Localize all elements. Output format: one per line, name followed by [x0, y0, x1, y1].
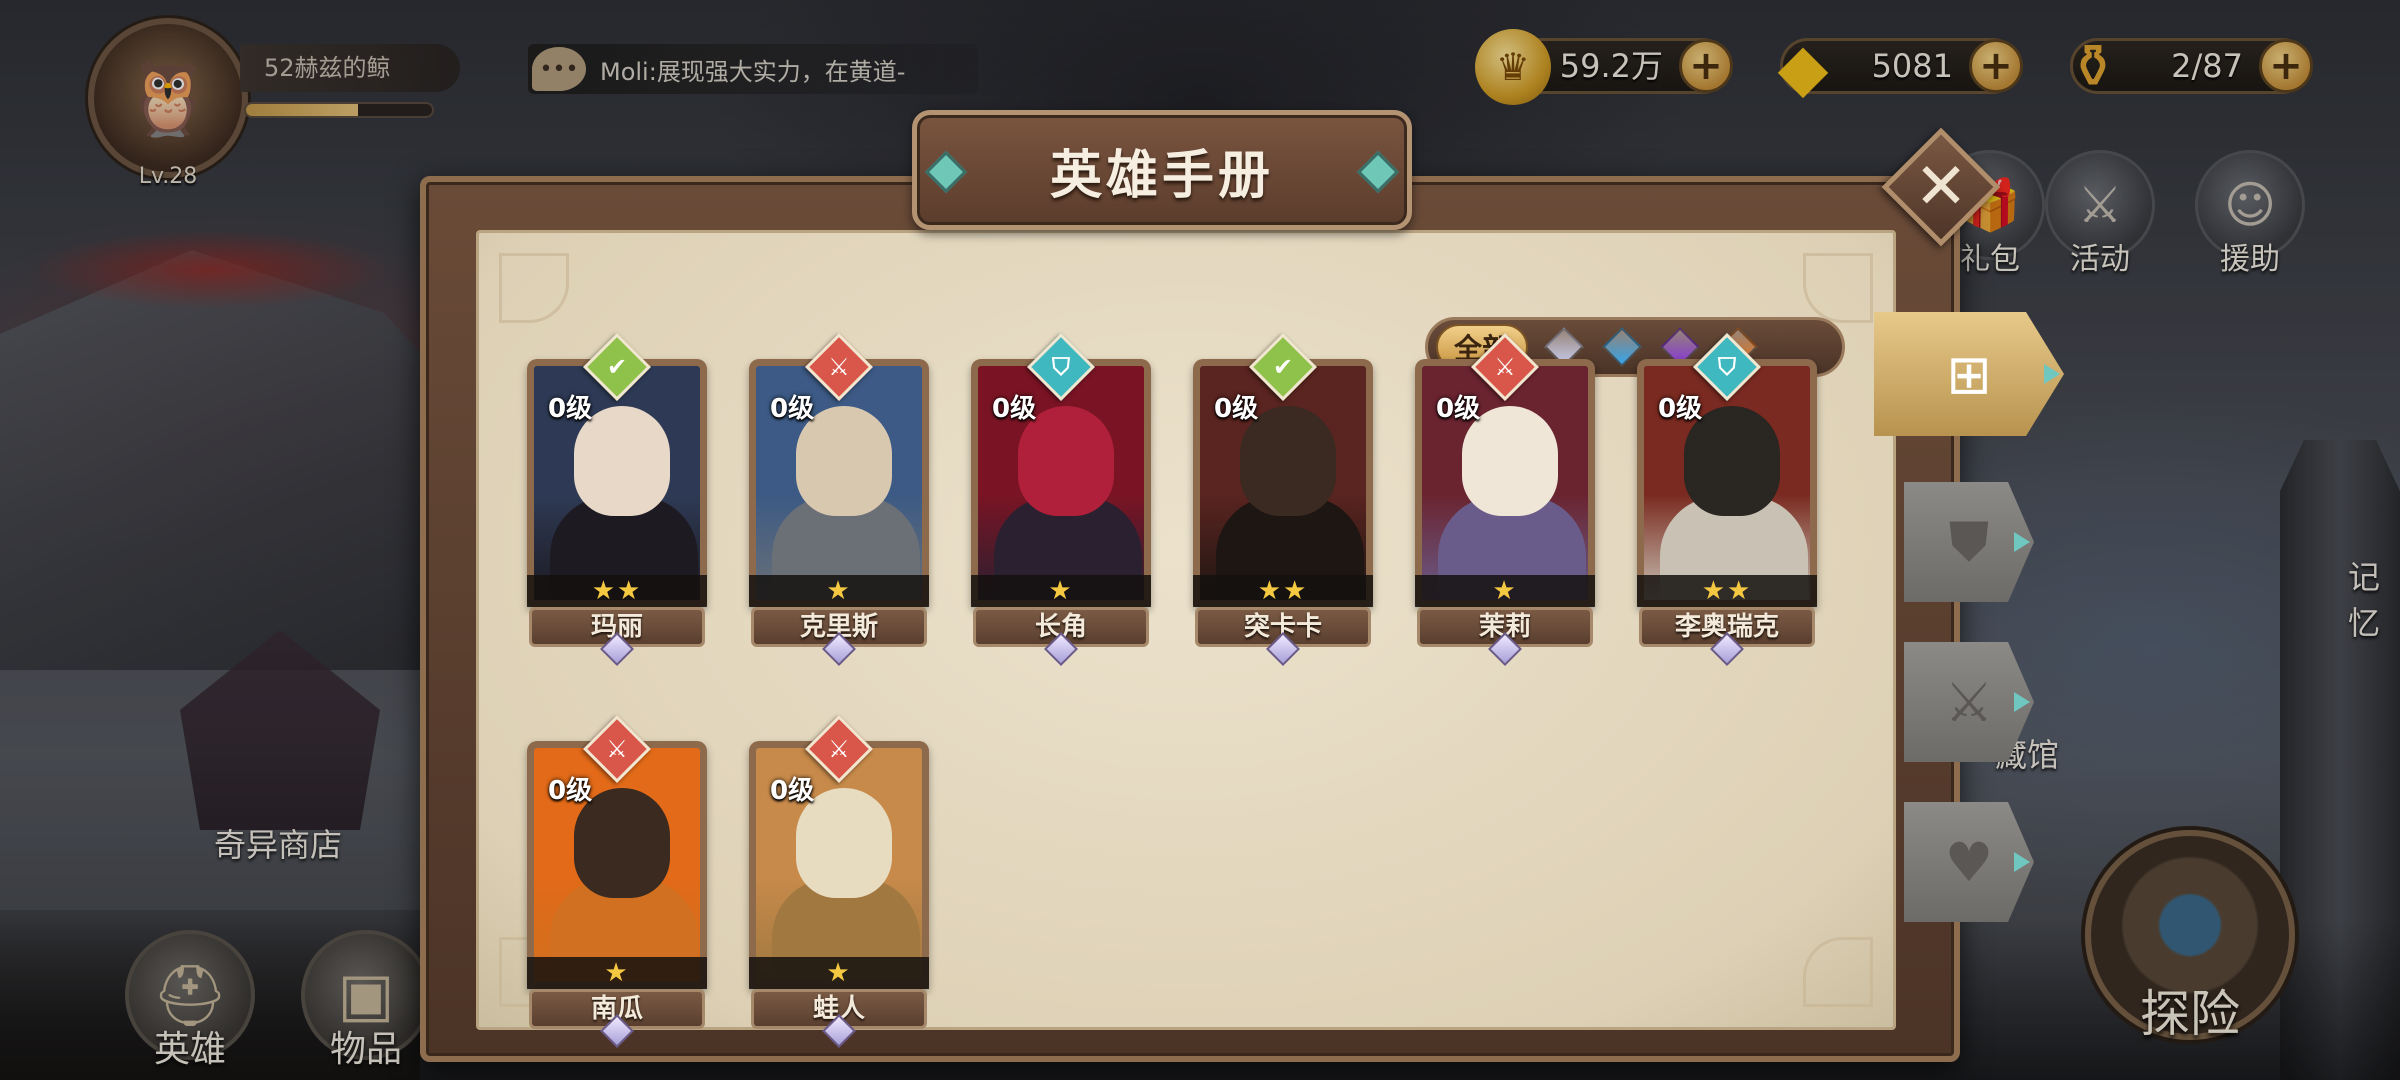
- close-button[interactable]: ✕: [1881, 127, 2001, 247]
- class-icon: ⚔: [606, 735, 628, 763]
- title-gem-icon: [924, 150, 968, 194]
- hero-stars: ★: [971, 575, 1151, 607]
- hero-card[interactable]: 0级 ★ ⚔ 南瓜: [519, 715, 715, 1048]
- tab-defense[interactable]: ⛊: [1904, 482, 2034, 602]
- grid-icon: ⊞: [1946, 342, 1992, 406]
- tab-arrow-icon: [2014, 852, 2030, 872]
- hero-level: 0级: [1214, 394, 1259, 424]
- hero-level: 0级: [770, 776, 815, 806]
- tab-arrow-icon: [2014, 532, 2030, 552]
- tab-support[interactable]: ♥: [1904, 802, 2034, 922]
- corner-flourish: [499, 253, 569, 323]
- heart-icon: ♥: [1944, 830, 1994, 894]
- hero-card[interactable]: 0级 ★ ⚔ 茉莉: [1407, 333, 1603, 666]
- class-icon: ⚔: [828, 735, 850, 763]
- hero-level: 0级: [992, 394, 1037, 424]
- hero-card[interactable]: 0级 ★ ⚔ 克里斯: [741, 333, 937, 666]
- title-plate: 英雄手册: [912, 110, 1412, 230]
- hero-stars: ★: [749, 575, 929, 607]
- corner-flourish: [1803, 253, 1873, 323]
- hero-card[interactable]: 0级 ★★ ✔ 玛丽: [519, 333, 715, 666]
- class-icon: ⛉: [1718, 353, 1736, 381]
- hero-card[interactable]: 0级 ★ ⛉ 长角: [963, 333, 1159, 666]
- corner-flourish: [1803, 937, 1873, 1007]
- hero-stars: ★: [749, 957, 929, 989]
- hero-level: 0级: [1658, 394, 1703, 424]
- hero-card[interactable]: 0级 ★★ ✔ 突卡卡: [1185, 333, 1381, 666]
- tab-arrow-icon: [2044, 364, 2060, 384]
- class-icon: ✔: [606, 353, 628, 381]
- hero-stars: ★: [527, 957, 707, 989]
- hero-level: 0级: [1436, 394, 1481, 424]
- hero-stars: ★★: [527, 575, 707, 607]
- handbook-paper: 全部 0级 ★★ ✔ 玛丽 0级 ★ ⚔ 克里斯 0级 ★ ⛉ 长角 0级 ★★…: [476, 230, 1896, 1048]
- tab-arrow-icon: [2014, 692, 2030, 712]
- tab-attack[interactable]: ⚔: [1904, 642, 2034, 762]
- hero-stars: ★: [1415, 575, 1595, 607]
- hero-card[interactable]: 0级 ★ ⚔ 蛙人: [741, 715, 937, 1048]
- sword-icon: ⚔: [1944, 670, 1994, 734]
- shield-icon: ⛊: [1948, 510, 1990, 573]
- hero-stars: ★★: [1637, 575, 1817, 607]
- class-icon: ✔: [1272, 353, 1294, 381]
- hero-handbook-modal: 全部 0级 ★★ ✔ 玛丽 0级 ★ ⚔ 克里斯 0级 ★ ⛉ 长角 0级 ★★…: [420, 110, 2064, 1062]
- tab-all-heroes[interactable]: ⊞: [1874, 312, 2064, 436]
- hero-level: 0级: [770, 394, 815, 424]
- hero-level: 0级: [548, 394, 593, 424]
- class-icon: ⛉: [1052, 353, 1070, 381]
- hero-card[interactable]: 0级 ★★ ⛉ 李奥瑞克: [1629, 333, 1825, 666]
- hero-level: 0级: [548, 776, 593, 806]
- class-icon: ⚔: [1494, 353, 1516, 381]
- close-icon: ✕: [1914, 150, 1968, 224]
- class-icon: ⚔: [828, 353, 850, 381]
- title-gem-icon: [1356, 150, 1400, 194]
- modal-title: 英雄手册: [1049, 145, 1274, 206]
- hero-stars: ★★: [1193, 575, 1373, 607]
